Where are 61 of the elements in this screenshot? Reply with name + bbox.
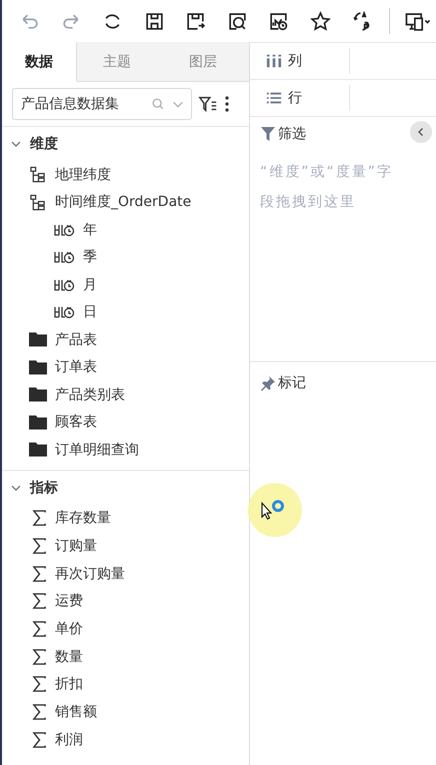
swap-icon[interactable] <box>350 10 372 32</box>
sigma-icon <box>32 537 47 556</box>
field-item[interactable]: 月 <box>83 276 97 294</box>
field-item[interactable]: 利润 <box>55 730 83 749</box>
field-item[interactable]: 销售额 <box>55 703 97 722</box>
section-title: 维度 <box>30 135 58 153</box>
field-item[interactable]: 库存数量 <box>55 509 111 528</box>
field-item[interactable]: 运费 <box>55 592 83 610</box>
rows-icon <box>266 90 282 106</box>
field-item[interactable]: 地理纬度 <box>55 166 111 184</box>
sigma-icon <box>32 509 47 528</box>
folder-icon <box>29 358 47 376</box>
hierarchy-icon <box>29 194 47 211</box>
calendar-clock-icon <box>53 249 75 266</box>
star-icon[interactable] <box>310 10 331 32</box>
field-item[interactable]: 数量 <box>55 648 83 666</box>
filter-icon <box>260 126 276 142</box>
folder-icon <box>29 386 47 404</box>
sigma-icon <box>32 564 47 583</box>
field-item[interactable]: 日 <box>83 303 97 322</box>
field-item[interactable]: 季 <box>83 248 97 266</box>
hierarchy-icon <box>29 166 47 184</box>
dataset-select[interactable]: 产品信息数据集 <box>12 88 192 120</box>
sigma-icon <box>32 703 47 722</box>
save-as-icon[interactable] <box>185 10 206 32</box>
folder-icon <box>29 441 47 458</box>
field-item[interactable]: 订单明细查询 <box>55 440 139 459</box>
preview-icon[interactable] <box>226 10 248 32</box>
search-icon <box>151 97 165 111</box>
calendar-clock-icon <box>53 304 75 320</box>
field-item[interactable]: 单价 <box>55 620 83 638</box>
cursor-highlight-icon <box>247 482 303 538</box>
field-item[interactable]: 产品类别表 <box>55 386 125 404</box>
device-icon[interactable] <box>404 10 432 32</box>
folder-icon <box>29 414 47 431</box>
field-item[interactable]: 时间维度_OrderDate <box>55 193 192 212</box>
filter-title: 筛选 <box>278 125 306 143</box>
sigma-icon <box>32 648 47 666</box>
sigma-icon <box>32 620 47 638</box>
filter-list-icon[interactable] <box>198 94 218 114</box>
sigma-icon <box>32 675 47 694</box>
collapse-button[interactable] <box>410 121 432 143</box>
save-icon[interactable] <box>144 10 165 32</box>
marks-title: 标记 <box>278 374 306 392</box>
field-item[interactable]: 订单表 <box>55 358 97 376</box>
more-icon[interactable] <box>224 94 230 114</box>
pin-icon <box>260 375 276 391</box>
section-title: 指标 <box>30 478 58 496</box>
shelf-label: 列 <box>288 52 302 70</box>
field-item[interactable]: 年 <box>83 220 97 239</box>
field-item[interactable]: 再次订购量 <box>55 564 125 583</box>
sigma-icon <box>32 730 47 749</box>
chart-clock-icon[interactable] <box>268 10 290 32</box>
field-item[interactable]: 订购量 <box>55 537 97 556</box>
field-item[interactable]: 折扣 <box>55 675 83 694</box>
field-item[interactable]: 顾客表 <box>55 413 97 432</box>
folder-icon <box>29 331 47 348</box>
field-item[interactable]: 产品表 <box>55 330 97 349</box>
shelf-label: 行 <box>288 89 302 107</box>
columns-icon <box>266 53 282 69</box>
sigma-icon <box>32 592 47 610</box>
